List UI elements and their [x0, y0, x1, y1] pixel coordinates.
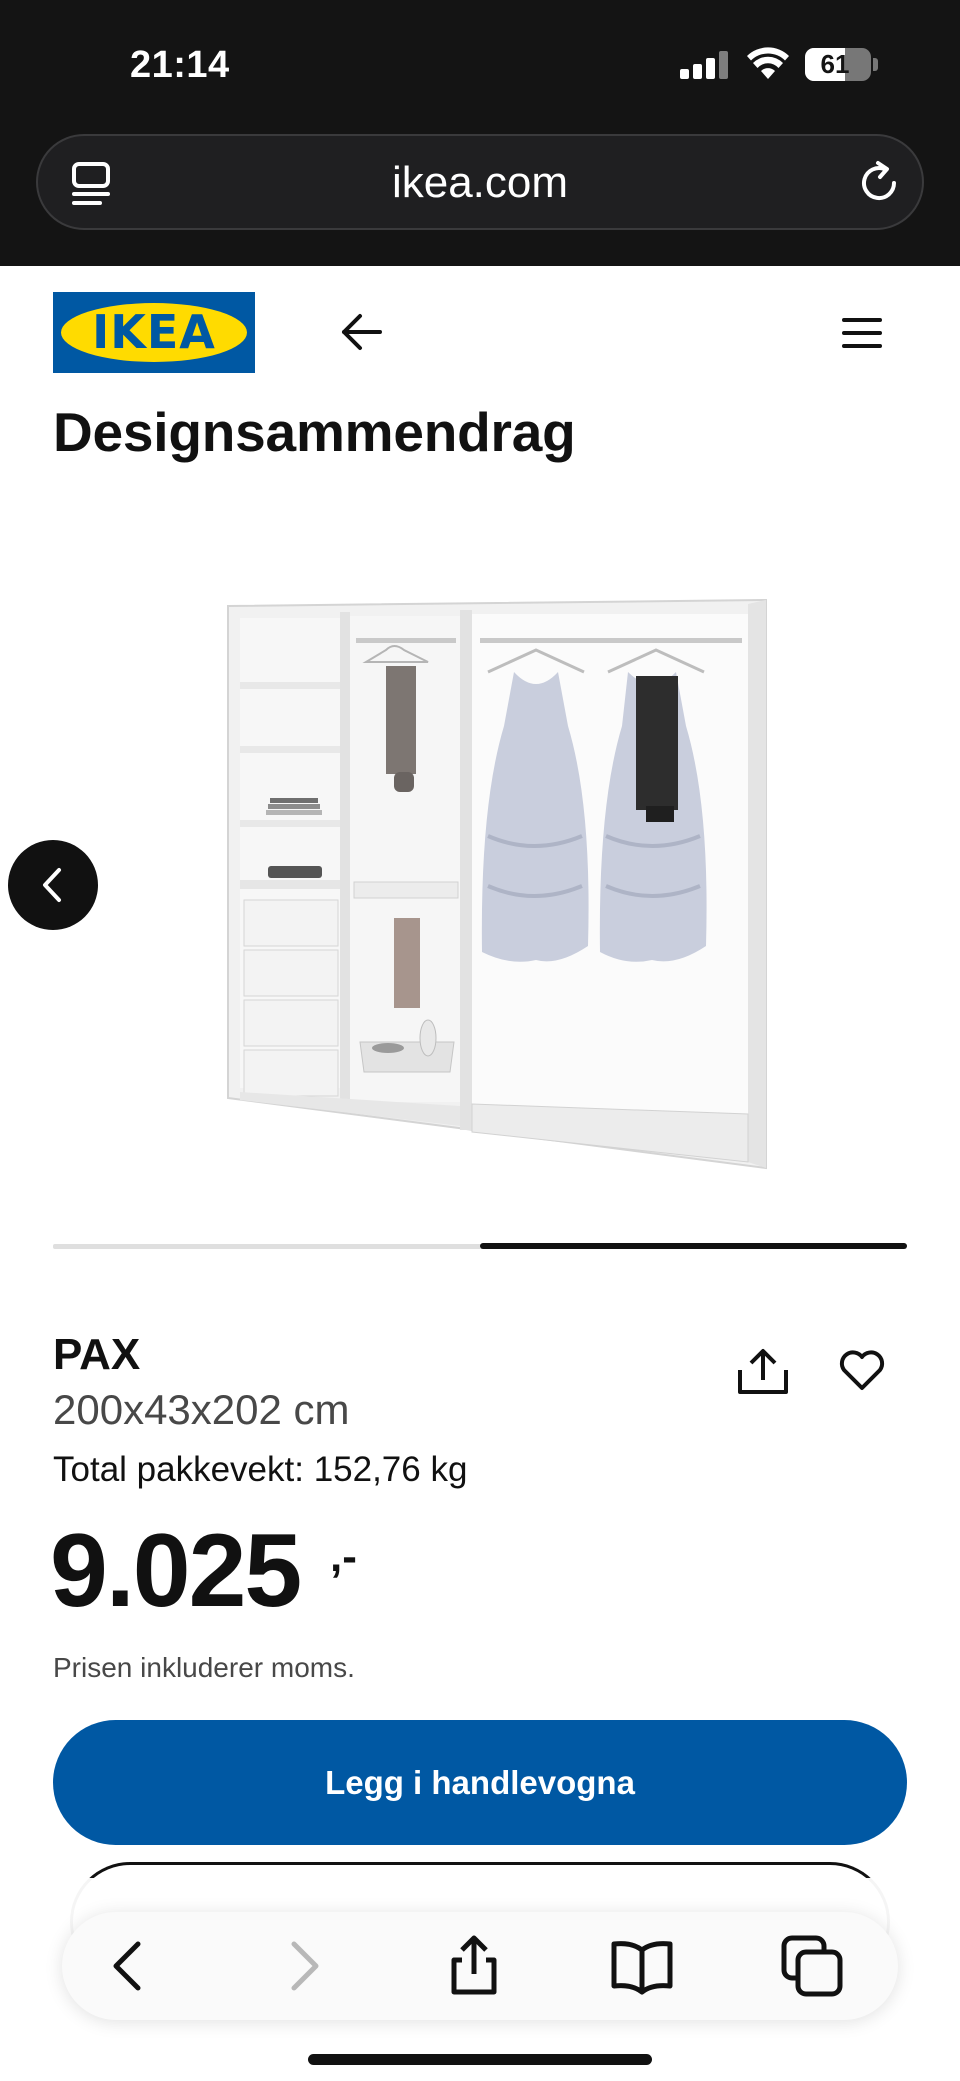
bookmarks-icon[interactable]: [610, 1934, 674, 1998]
url-bar[interactable]: ikea.com: [36, 134, 924, 230]
toolbar-pill: [62, 1912, 898, 2020]
back-arrow-icon[interactable]: [336, 306, 388, 358]
logo-text: IKEA: [92, 305, 216, 359]
browser-share-icon[interactable]: [442, 1934, 506, 1998]
carousel-progress: [53, 1243, 907, 1249]
wifi-icon: [747, 47, 789, 79]
tabs-icon[interactable]: [780, 1934, 844, 1998]
status-bar: 21:14 61: [0, 0, 960, 130]
share-icon[interactable]: [736, 1346, 790, 1396]
status-time: 21:14: [130, 44, 230, 86]
price-suffix: ,-: [330, 1532, 357, 1581]
ikea-logo[interactable]: IKEA: [53, 292, 255, 373]
browser-back-icon[interactable]: [98, 1934, 162, 1998]
carousel-progress-fill: [480, 1243, 907, 1249]
heart-icon[interactable]: [838, 1348, 886, 1392]
product-name: PAX: [53, 1330, 141, 1379]
page-title: Designsammendrag: [53, 401, 576, 463]
browser-forward-icon[interactable]: [270, 1934, 334, 1998]
product-image[interactable]: [218, 586, 778, 1186]
chevron-left-icon: [43, 868, 61, 902]
product-dimensions: 200x43x202 cm: [53, 1386, 350, 1433]
url-text[interactable]: ikea.com: [38, 158, 922, 208]
battery-level: 61: [820, 49, 850, 79]
browser-bottom-toolbar: [0, 1878, 960, 2081]
carousel-prev-button[interactable]: [8, 840, 98, 930]
battery-icon: 61: [805, 48, 871, 81]
home-indicator: [308, 2054, 652, 2065]
cellular-signal-icon: [680, 51, 730, 79]
add-to-cart-button[interactable]: Legg i handlevogna: [53, 1720, 907, 1845]
vat-note: Prisen inkluderer moms.: [53, 1652, 355, 1683]
browser-top-bar: ikea.com: [0, 130, 960, 266]
menu-icon[interactable]: [838, 312, 886, 354]
battery-tip: [873, 58, 878, 71]
product-weight: Total pakkevekt: 152,76 kg: [53, 1450, 468, 1489]
product-price: 9.025: [50, 1513, 302, 1629]
reload-icon[interactable]: [854, 158, 904, 208]
